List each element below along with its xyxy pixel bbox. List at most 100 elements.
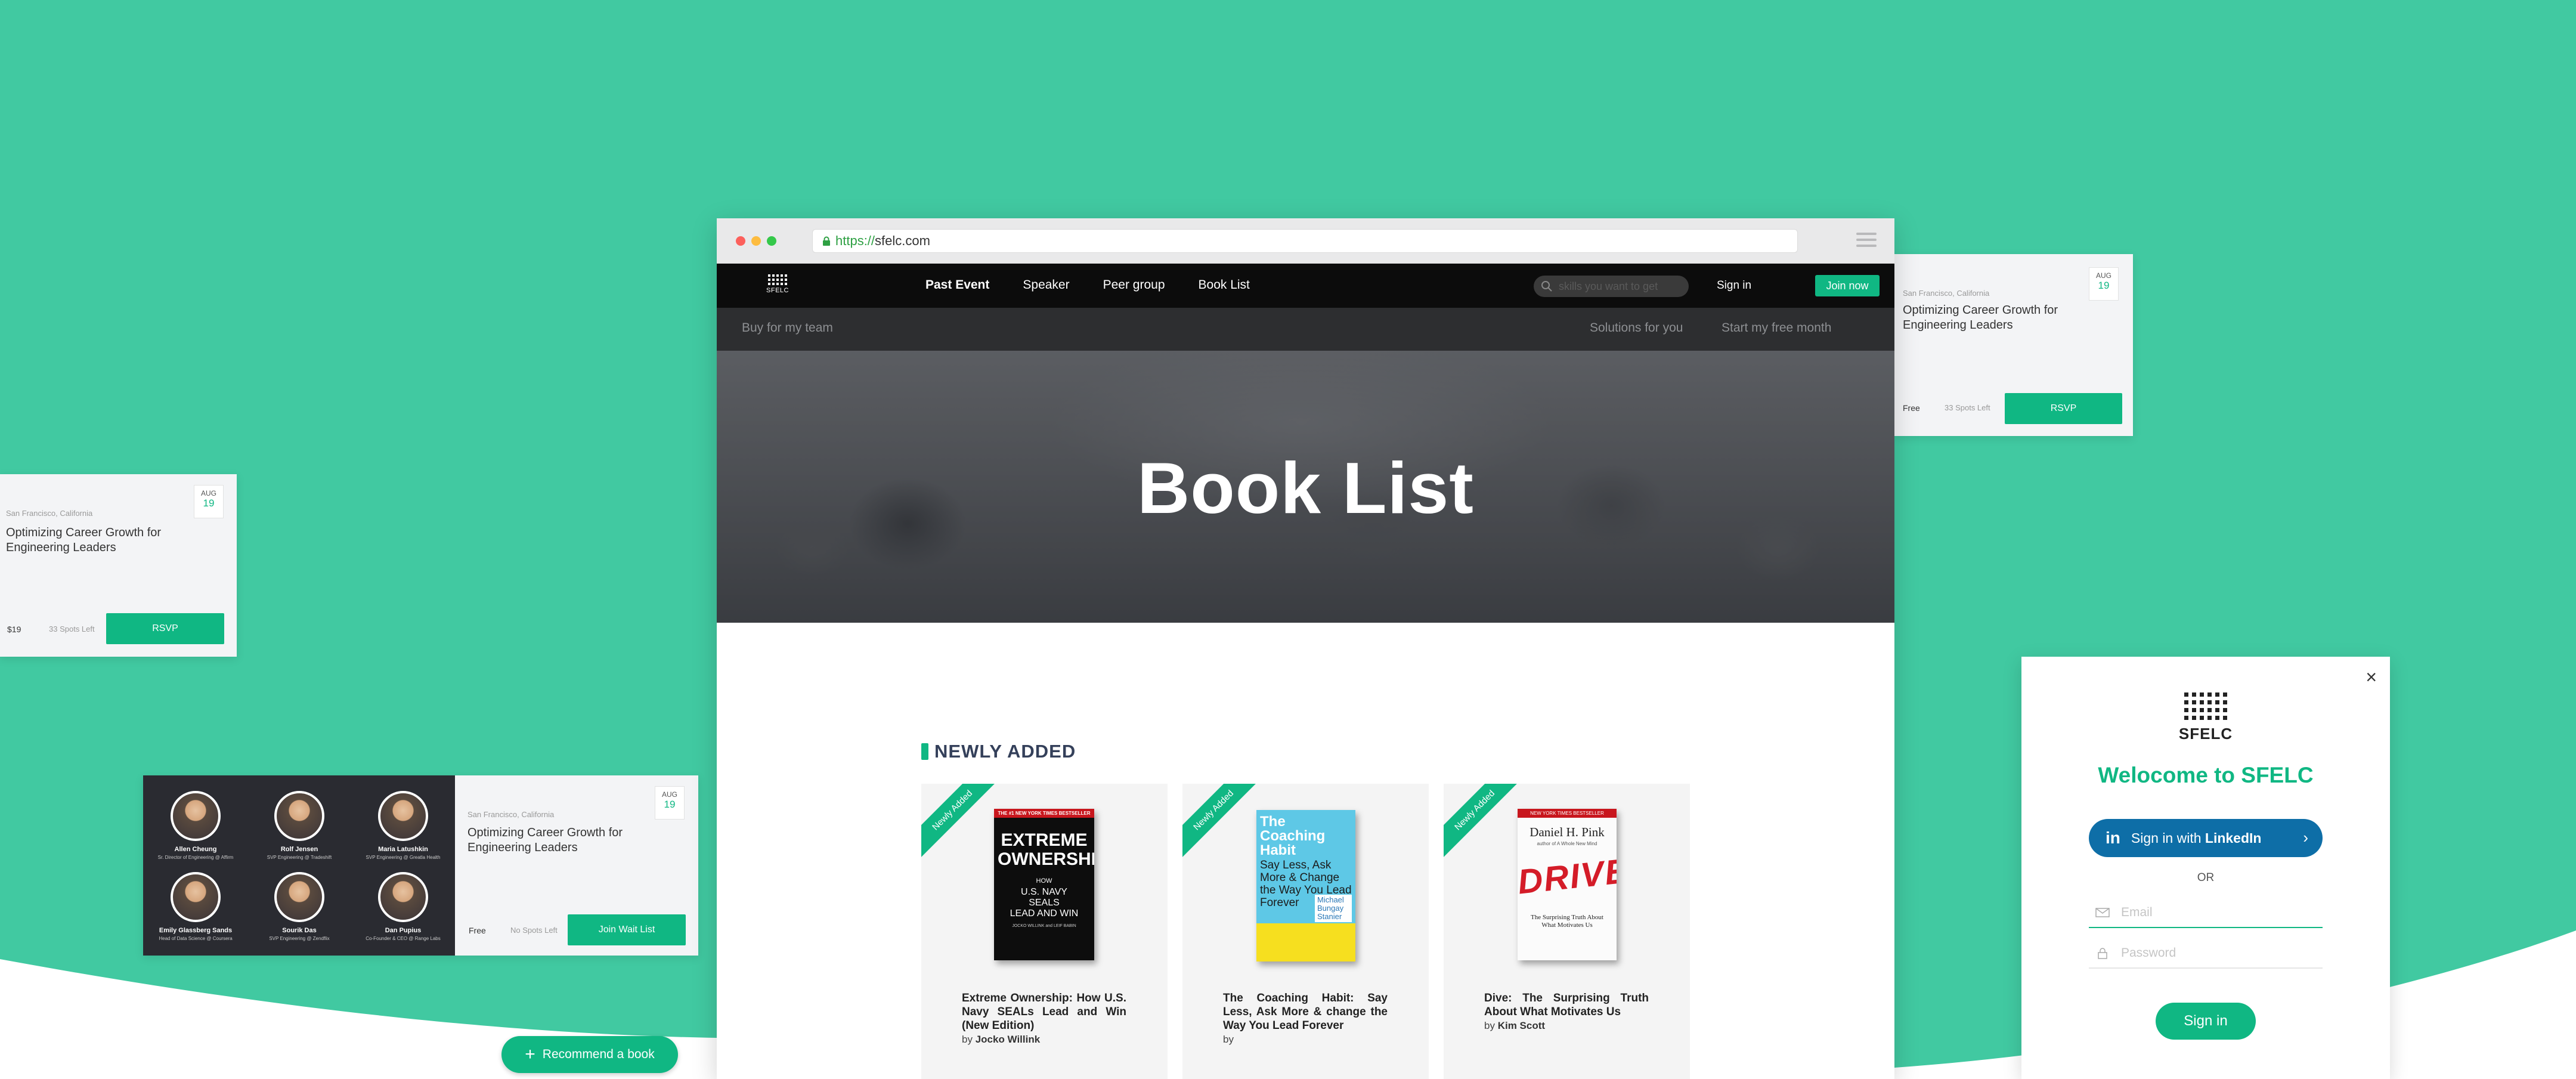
rsvp-button[interactable]: RSVP xyxy=(106,613,224,644)
or-divider: OR xyxy=(2197,871,2215,884)
book-card[interactable]: Newly Added NEW YORK TIMES BESTSELLER Da… xyxy=(1444,784,1690,1079)
password-input[interactable] xyxy=(2121,946,2300,960)
book-cover[interactable]: The Coaching Habit Say Less, Ask More & … xyxy=(1256,810,1355,961)
cover-subtitle: The Surprising Truth About What Motivate… xyxy=(1531,914,1603,929)
book-title-text: The Coaching Habit: Say Less, Ask More &… xyxy=(1223,992,1388,1032)
linkedin-prefix: Sign in with xyxy=(2131,830,2202,846)
maximize-dot-icon[interactable] xyxy=(767,236,776,246)
speaker: Dan Pupius Co-Founder & CEO @ Range Labs xyxy=(355,872,451,941)
search-input[interactable] xyxy=(1559,280,1678,293)
speaker-avatar xyxy=(171,872,221,922)
cover-yellow-band xyxy=(1256,923,1355,961)
solutions-link[interactable]: Solutions for you xyxy=(1590,321,1683,335)
cover-subtitle: LEAD AND WIN xyxy=(1010,908,1079,919)
book-card[interactable]: Newly Added The Coaching Habit Say Less,… xyxy=(1182,784,1429,1079)
author-name: Jocko Willink xyxy=(975,1034,1041,1045)
speaker-name: Rolf Jensen xyxy=(280,846,318,853)
event-date: AUG 19 xyxy=(655,786,685,820)
nav-link-book-list[interactable]: Book List xyxy=(1199,278,1250,292)
speaker-role: SVP Engineering @ Greatla Health xyxy=(366,855,441,860)
linkedin-brand: LinkedIn xyxy=(2205,830,2262,846)
sfelc-logo[interactable]: SFELC xyxy=(766,274,789,294)
main-content: NEWLY ADDED Newly Added THE #1 NEW YORK … xyxy=(717,623,1894,1079)
cover-subtitle: HOW xyxy=(1036,877,1052,885)
search-box[interactable] xyxy=(1534,276,1689,297)
date-month: AUG xyxy=(2095,271,2111,280)
cover-subauthor: author of A Whole New Mind xyxy=(1537,841,1597,846)
email-input[interactable] xyxy=(2121,905,2300,920)
event-spots: 33 Spots Left xyxy=(1945,403,1990,412)
author-name: Kim Scott xyxy=(1497,1020,1546,1031)
browser-chrome: https://sfelc.com xyxy=(717,218,1894,264)
date-month: AUG xyxy=(661,790,677,799)
close-icon[interactable]: × xyxy=(2366,667,2377,687)
newly-added-ribbon: Newly Added xyxy=(1444,784,1521,860)
address-bar[interactable]: https://sfelc.com xyxy=(812,229,1798,253)
event-title-line1: Optimizing Career Growth for xyxy=(1903,304,2058,317)
cover-author: Daniel H. Pink xyxy=(1530,825,1605,839)
event-price: $19 xyxy=(7,624,21,634)
sign-in-link[interactable]: Sign in xyxy=(1717,279,1751,292)
book-cover[interactable]: NEW YORK TIMES BESTSELLER Daniel H. Pink… xyxy=(1518,809,1617,960)
event-card-right[interactable]: San Francisco, California Optimizing Car… xyxy=(1894,254,2133,436)
minimize-dot-icon[interactable] xyxy=(751,236,761,246)
event-card-left[interactable]: San Francisco, California Optimizing Car… xyxy=(0,474,237,657)
recommend-book-button[interactable]: + Recommend a book xyxy=(501,1036,678,1073)
browser-window: https://sfelc.com SFELC Past Event Speak… xyxy=(717,218,1894,1079)
cover-title: The Coaching Habit xyxy=(1260,814,1326,858)
book-author: by Jocko Willink xyxy=(962,1034,1040,1045)
close-dot-icon[interactable] xyxy=(736,236,745,246)
cover-title: EXTREME OWNERSHIP xyxy=(998,830,1094,869)
book-card[interactable]: Newly Added THE #1 NEW YORK TIMES BESTSE… xyxy=(921,784,1168,1079)
linkedin-sign-in-button[interactable]: in Sign in with LinkedIn › xyxy=(2089,819,2323,857)
speaker: Sourik Das SVP Engineering @ Zendflix xyxy=(252,872,347,941)
event-card-speakers[interactable]: Allen Cheung Sr. Director of Engineering… xyxy=(143,775,698,956)
rsvp-button[interactable]: RSVP xyxy=(2005,393,2122,424)
event-date: AUG 19 xyxy=(2089,267,2119,301)
speaker-name: Maria Latushkin xyxy=(378,846,428,853)
speaker-role: Co-Founder & CEO @ Range Labs xyxy=(366,936,441,941)
book-title[interactable]: The Coaching Habit: Say Less, Ask More &… xyxy=(1223,991,1388,1046)
speakers-panel: Allen Cheung Sr. Director of Engineering… xyxy=(143,775,455,956)
logo-text: SFELC xyxy=(2178,725,2233,743)
join-wait-list-button[interactable]: Join Wait List xyxy=(568,914,686,945)
speaker-avatar xyxy=(274,791,324,841)
by-label: by xyxy=(962,1034,973,1045)
book-cover[interactable]: THE #1 NEW YORK TIMES BESTSELLER EXTREME… xyxy=(994,809,1094,960)
nav-link-speaker[interactable]: Speaker xyxy=(1023,278,1069,292)
url-host: sfelc.com xyxy=(875,233,930,248)
page-title: Book List xyxy=(1137,447,1474,528)
nav-link-past-event[interactable]: Past Event xyxy=(925,278,989,292)
recommend-book-label: Recommend a book xyxy=(542,1047,655,1061)
buy-for-team-link[interactable]: Buy for my team xyxy=(742,321,833,335)
search-icon xyxy=(1541,281,1552,292)
date-day: 19 xyxy=(203,497,215,509)
speaker-name: Emily Glassberg Sands xyxy=(159,927,233,934)
event-title: Optimizing Career Growth for Engineering… xyxy=(6,525,161,555)
date-month: AUG xyxy=(200,489,216,497)
menu-icon[interactable] xyxy=(1856,233,1877,247)
email-field[interactable] xyxy=(2089,898,2323,928)
logo-grid-icon xyxy=(766,274,789,285)
book-title[interactable]: Dive: The Surprising Truth About What Mo… xyxy=(1484,991,1649,1032)
password-field[interactable] xyxy=(2089,939,2323,969)
sign-in-modal: × SFELC Welocome to SFELC in Sign in wit… xyxy=(2021,657,2390,1079)
sign-in-button[interactable]: Sign in xyxy=(2156,1003,2256,1040)
sfelc-logo: SFELC xyxy=(2021,692,2390,743)
speaker-avatar xyxy=(378,872,428,922)
by-label: by xyxy=(1484,1020,1495,1031)
event-title-line2: Engineering Leaders xyxy=(6,541,116,554)
lock-icon xyxy=(2098,948,2107,959)
join-now-button[interactable]: Join now xyxy=(1815,275,1880,296)
linkedin-icon: in xyxy=(2106,828,2120,847)
window-controls xyxy=(736,236,776,246)
book-author: by xyxy=(1223,1034,1234,1045)
nav-link-peer-group[interactable]: Peer group xyxy=(1103,278,1165,292)
chevron-right-icon: › xyxy=(2303,828,2308,846)
cover-tagline: THE #1 NEW YORK TIMES BESTSELLER xyxy=(994,809,1094,818)
free-month-link[interactable]: Start my free month xyxy=(1722,321,1831,335)
hero-banner: Book List xyxy=(717,351,1894,623)
event-spots: No Spots Left xyxy=(510,926,558,935)
speaker-avatar xyxy=(274,872,324,922)
book-title[interactable]: Extreme Ownership: How U.S. Navy SEALs L… xyxy=(962,991,1126,1046)
